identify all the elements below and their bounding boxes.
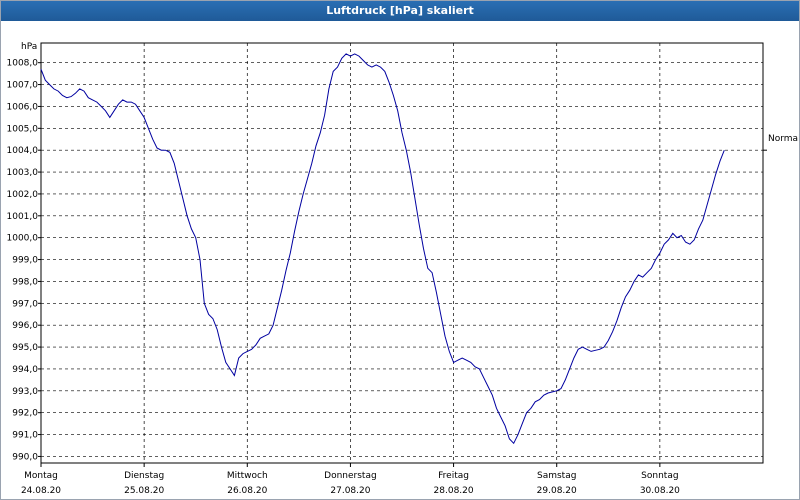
plot-area bbox=[40, 42, 764, 464]
y-tick-label: 1007,0 bbox=[7, 81, 39, 91]
chart-window: Luftdruck [hPa] skaliert 990,0 991,0 992,0… bbox=[0, 0, 800, 500]
y-tick-label: 1004,0 bbox=[7, 146, 39, 156]
y-tick-label: 1008,0 bbox=[7, 59, 39, 69]
pressure-chart: 990,0 991,0 992,0 993,0 994,0 995,0 996,0 997,0… bbox=[7, 42, 800, 496]
x-day-date: 28.08.20 bbox=[434, 486, 474, 496]
y-tick-label: 1003,0 bbox=[7, 168, 39, 178]
y-tick-label: 994,0 bbox=[12, 365, 38, 375]
x-day-date: 27.08.20 bbox=[330, 486, 370, 496]
x-day-date: 30.08.20 bbox=[640, 486, 680, 496]
x-day-name: Samstag bbox=[537, 471, 576, 481]
y-tick-label: 991,0 bbox=[12, 431, 38, 441]
x-day-date: 25.08.20 bbox=[124, 486, 164, 496]
x-day-date: 26.08.20 bbox=[227, 486, 267, 496]
y-tick-label: 1005,0 bbox=[7, 124, 39, 134]
x-day-name: Freitag bbox=[438, 471, 469, 481]
x-day-name: Dienstag bbox=[124, 471, 164, 481]
x-day-name: Sonntag bbox=[641, 471, 678, 481]
y-axis-label: hPa bbox=[21, 42, 37, 52]
y-tick-label: 999,0 bbox=[12, 256, 38, 266]
x-day-name: Montag bbox=[24, 471, 58, 481]
y-tick-label: 1001,0 bbox=[7, 212, 39, 222]
y-tick-label: 996,0 bbox=[12, 321, 38, 331]
x-day-name: Donnerstag bbox=[324, 471, 377, 481]
y-tick-label: 1000,0 bbox=[7, 234, 39, 244]
y-tick-label: 997,0 bbox=[12, 299, 38, 309]
y-tick-label: 1006,0 bbox=[7, 102, 39, 112]
y-tick-label: 998,0 bbox=[12, 277, 38, 287]
y-tick-label: 995,0 bbox=[12, 343, 38, 353]
y-tick-label: 990,0 bbox=[12, 452, 38, 462]
x-axis-ticks: Montag 24.08.20 Dienstag 25.08.20 Mittwoch 26… bbox=[21, 463, 680, 496]
x-day-date: 24.08.20 bbox=[21, 486, 61, 496]
y-tick-label: 993,0 bbox=[12, 387, 38, 397]
reference-label: Normal bbox=[768, 134, 799, 144]
x-day-date: 29.08.20 bbox=[537, 486, 577, 496]
y-axis-ticks: 990,0 991,0 992,0 993,0 994,0 995,0 996,0 997,0… bbox=[7, 59, 41, 462]
x-day-name: Mittwoch bbox=[227, 471, 268, 481]
y-tick-label: 1002,0 bbox=[7, 190, 39, 200]
reference-marker: Normal bbox=[763, 134, 799, 151]
y-tick-label: 992,0 bbox=[12, 409, 38, 419]
